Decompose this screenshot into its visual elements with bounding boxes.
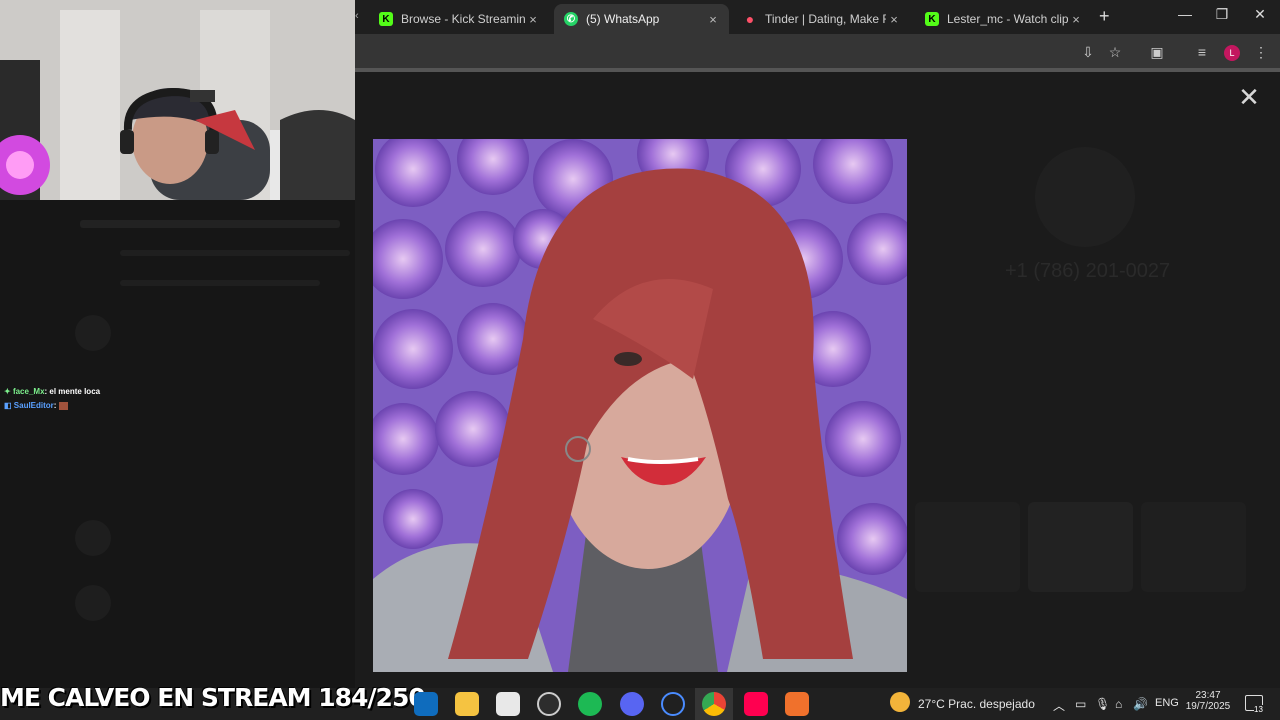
contact-avatar [1035, 147, 1135, 247]
streaming-app-icon[interactable] [785, 692, 809, 716]
profile-photo [373, 139, 907, 672]
media-thumbnails [915, 502, 1255, 592]
profile-avatar[interactable]: L [1224, 45, 1240, 61]
clock-app-icon[interactable] [537, 692, 561, 716]
microphone-icon[interactable]: 🎙 [1095, 697, 1110, 711]
chrome-icon[interactable] [702, 692, 726, 716]
show-hidden-icons-icon[interactable]: ︿ [1053, 697, 1065, 714]
clock[interactable]: 23:47 19/7/2025 [1185, 690, 1231, 712]
emote-icon [58, 401, 68, 410]
tab-title: Browse - Kick Streaming [401, 12, 525, 26]
browser-toolbar: ⇩ ☆ ▣ ≡ L ⋮ [355, 34, 1280, 72]
tab-close-button[interactable]: × [1068, 12, 1084, 27]
outlook-icon[interactable] [414, 692, 438, 716]
tab-title: Tinder | Dating, Make Frien [765, 12, 886, 26]
media-control-icon[interactable]: ≡ [1192, 44, 1212, 60]
window-close-button[interactable]: ✕ [1245, 6, 1275, 23]
chat-username: face_Mx [12, 387, 45, 396]
weather-text[interactable]: 27°C Prac. despejado [918, 697, 1035, 711]
language-indicator[interactable]: ENG [1155, 697, 1179, 709]
menu-kebab-icon[interactable]: ⋮ [1251, 44, 1271, 61]
tinder-icon: ● [745, 11, 755, 27]
photo-image [373, 139, 907, 672]
kick-icon: K [925, 12, 939, 26]
whatsapp-icon: ✆ [564, 12, 578, 26]
chat-message: ◧ SaulEditor: [4, 401, 68, 410]
volume-icon[interactable]: 🔊 [1133, 697, 1148, 711]
chat-username: SaulEditor [13, 401, 54, 410]
webcam-image [0, 0, 355, 200]
weather-icon [890, 692, 910, 712]
spotify-icon[interactable] [578, 692, 602, 716]
tab-close-button[interactable]: × [525, 12, 541, 27]
notification-count: 13 [1254, 705, 1263, 714]
left-panel [0, 200, 355, 688]
tab-scroll-left-icon[interactable]: ‹ [355, 10, 359, 22]
new-tab-button[interactable]: + [1099, 6, 1110, 27]
chat-text: : el mente loca [44, 387, 101, 396]
tab-kick-browse[interactable]: K Browse - Kick Streaming × [369, 4, 549, 34]
install-app-icon[interactable]: ⇩ [1078, 44, 1098, 61]
discord-icon[interactable] [620, 692, 644, 716]
tab-kick-clips[interactable]: K Lester_mc - Watch clips on × [915, 4, 1092, 34]
tab-title: Lester_mc - Watch clips on [947, 12, 1068, 26]
battery-icon[interactable]: ▭ [1075, 697, 1086, 711]
close-viewer-button[interactable]: ✕ [1238, 84, 1260, 110]
clock-date: 19/7/2025 [1185, 701, 1231, 712]
streamer-webcam [0, 0, 355, 200]
file-explorer-icon[interactable] [455, 692, 479, 716]
tab-title: (5) WhatsApp [586, 12, 660, 26]
tiktok-icon[interactable] [744, 692, 768, 716]
app-launcher-icon[interactable] [661, 692, 685, 716]
tab-strip: ‹ K Browse - Kick Streaming × ✆ (5) What… [355, 0, 1280, 34]
clock-time: 23:47 [1195, 690, 1221, 701]
contact-phone: +1 (786) 201-0027 [1005, 260, 1171, 282]
chat-text: : [53, 401, 57, 410]
microsoft-store-icon[interactable] [496, 692, 520, 716]
tab-whatsapp[interactable]: ✆ (5) WhatsApp × [554, 4, 729, 34]
side-panel-icon[interactable]: ▣ [1147, 44, 1167, 61]
restore-button[interactable]: ❐ [1207, 6, 1237, 23]
chat-message: ✦ face_Mx: el mente loca [4, 387, 101, 396]
tab-tinder[interactable]: ● Tinder | Dating, Make Frien × [733, 4, 910, 34]
network-icon[interactable]: ⌂ [1115, 697, 1122, 711]
kick-icon: K [379, 12, 393, 26]
minimize-button[interactable]: — [1170, 6, 1200, 22]
tab-close-button[interactable]: × [705, 12, 721, 27]
tab-close-button[interactable]: × [886, 12, 902, 27]
bookmark-star-icon[interactable]: ☆ [1105, 44, 1125, 61]
stream-goal-banner: ME CALVEO EN STREAM 184/250 [0, 683, 426, 712]
